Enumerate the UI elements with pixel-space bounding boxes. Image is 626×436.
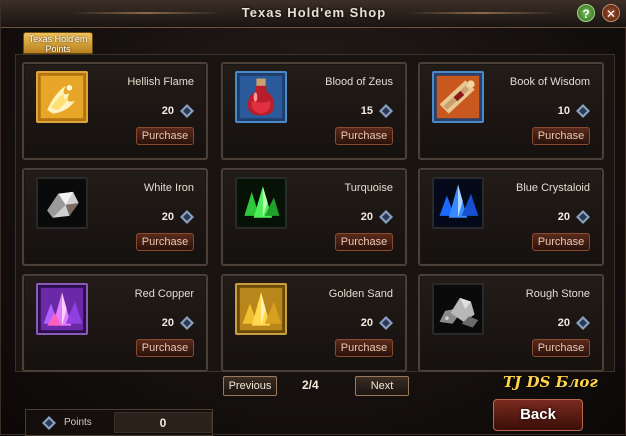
points-icon — [180, 316, 194, 330]
points-value: 0 — [159, 416, 167, 430]
item-card-turquoise: Turquoise 20 Purchase — [221, 168, 407, 266]
item-card-golden-sand: Golden Sand 20 Purchase — [221, 274, 407, 372]
item-card-red-copper: Red Copper 20 Purchase — [22, 274, 208, 372]
price-row: 20 — [361, 316, 393, 330]
purchase-button[interactable]: Purchase — [532, 339, 590, 357]
purchase-button[interactable]: Purchase — [532, 233, 590, 251]
item-card-blue-crystaloid: Blue Crystaloid 20 Purchase — [418, 168, 604, 266]
item-card-white-iron: White Iron 20 Purchase — [22, 168, 208, 266]
tab-texas-holdem-points[interactable]: Texas Hold'em Points — [23, 32, 93, 54]
points-icon — [379, 210, 393, 224]
points-label: Points — [64, 417, 92, 428]
purchase-button[interactable]: Purchase — [136, 339, 194, 357]
price-row: 10 — [558, 104, 590, 118]
blue-crystal-icon — [432, 177, 484, 229]
purchase-button[interactable]: Purchase — [136, 127, 194, 145]
item-card-blood-of-zeus: Blood of Zeus 15 Purchase — [221, 62, 407, 160]
stone-icon — [432, 283, 484, 335]
item-name: Rough Stone — [525, 288, 590, 300]
purple-crystal-icon — [36, 283, 88, 335]
ore-icon — [36, 177, 88, 229]
item-card-hellish-flame: Hellish Flame 20 Purchase — [22, 62, 208, 160]
title-bar: Texas Hold'em Shop ? ✕ — [1, 1, 626, 28]
item-price: 20 — [161, 105, 174, 117]
purchase-button[interactable]: Purchase — [335, 339, 393, 357]
window-title: Texas Hold'em Shop — [241, 5, 387, 20]
item-card-book-of-wisdom: Book of Wisdom 10 Purchase — [418, 62, 604, 160]
item-name: Hellish Flame — [127, 76, 194, 88]
price-row: 20 — [162, 210, 194, 224]
page-indicator: 2/4 — [302, 378, 319, 392]
back-button[interactable]: Back — [493, 399, 583, 431]
potion-icon — [235, 71, 287, 123]
item-price: 15 — [360, 105, 373, 117]
fire-icon — [36, 71, 88, 123]
item-name: Blue Crystaloid — [516, 182, 590, 194]
points-icon — [576, 210, 590, 224]
price-row: 20 — [162, 104, 194, 118]
points-icon — [180, 210, 194, 224]
item-price: 10 — [557, 105, 570, 117]
price-row: 15 — [361, 104, 393, 118]
next-button[interactable]: Next — [355, 376, 409, 396]
points-icon — [576, 316, 590, 330]
points-icon — [379, 316, 393, 330]
purchase-button[interactable]: Purchase — [335, 233, 393, 251]
item-name: Book of Wisdom — [509, 76, 590, 88]
price-row: 20 — [361, 210, 393, 224]
item-price: 20 — [557, 211, 570, 223]
price-row: 20 — [558, 316, 590, 330]
item-card-rough-stone: Rough Stone 20 Purchase — [418, 274, 604, 372]
points-icon — [180, 104, 194, 118]
item-name: Blood of Zeus — [325, 76, 393, 88]
price-row: 20 — [558, 210, 590, 224]
purchase-button[interactable]: Purchase — [335, 127, 393, 145]
item-price: 20 — [161, 317, 174, 329]
item-name: Red Copper — [134, 288, 194, 300]
price-row: 20 — [162, 316, 194, 330]
scroll-icon — [432, 71, 484, 123]
green-crystal-icon — [235, 177, 287, 229]
close-button[interactable]: ✕ — [602, 4, 620, 22]
previous-button[interactable]: Previous — [223, 376, 277, 396]
item-name: Golden Sand — [328, 288, 393, 300]
help-button[interactable]: ? — [577, 4, 595, 22]
item-price: 20 — [360, 211, 373, 223]
item-price: 20 — [360, 317, 373, 329]
item-price: 20 — [557, 317, 570, 329]
points-panel: Points 0 — [25, 409, 213, 436]
points-icon — [576, 104, 590, 118]
item-price: 20 — [161, 211, 174, 223]
items-grid: Hellish Flame 20 Purchase Blood of Zeus — [15, 54, 615, 372]
watermark: TJ DS Блог — [503, 373, 598, 391]
points-icon — [379, 104, 393, 118]
item-name: White Iron — [143, 182, 194, 194]
gold-crystal-icon — [235, 283, 287, 335]
shop-window: Texas Hold'em Shop ? ✕ Texas Hold'em Poi… — [0, 0, 626, 436]
purchase-button[interactable]: Purchase — [532, 127, 590, 145]
item-name: Turquoise — [344, 182, 393, 194]
purchase-button[interactable]: Purchase — [136, 233, 194, 251]
points-icon — [42, 416, 56, 430]
points-value-box: 0 — [114, 412, 212, 433]
